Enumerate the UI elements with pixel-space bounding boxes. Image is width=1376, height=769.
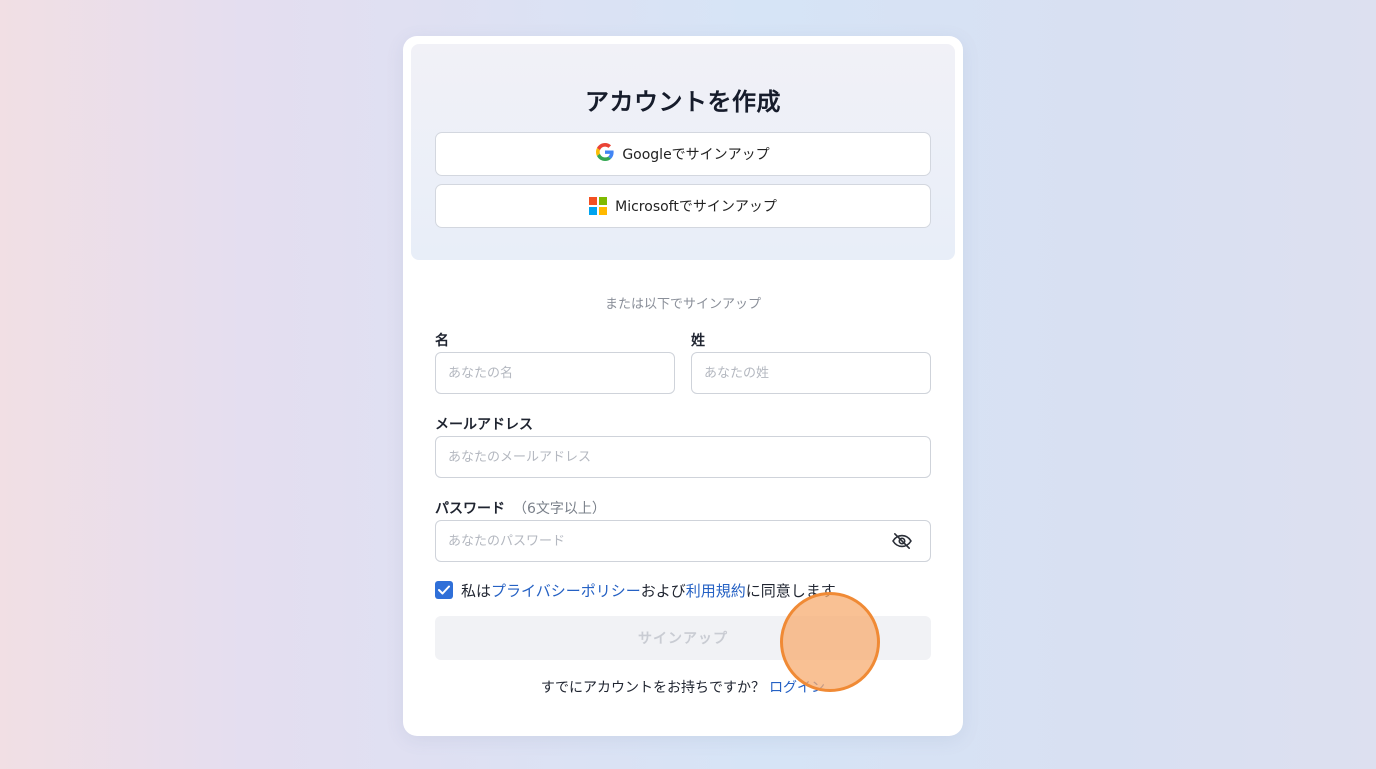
google-logo-icon: [596, 143, 614, 165]
signup-card: アカウントを作成 Googleでサインアップ Microsoftでサインアップ: [403, 36, 963, 736]
google-signup-label: Googleでサインアップ: [622, 147, 770, 163]
first-name-label: 名: [435, 333, 449, 349]
terms-link[interactable]: 利用規約: [686, 582, 746, 600]
eye-off-icon[interactable]: [891, 532, 913, 550]
page-title: アカウントを作成: [585, 88, 781, 116]
first-name-input[interactable]: [435, 352, 675, 394]
microsoft-signup-label: Microsoftでサインアップ: [615, 199, 777, 215]
google-signup-button[interactable]: Googleでサインアップ: [435, 132, 931, 176]
login-prompt: すでにアカウントをお持ちですか？: [540, 680, 766, 696]
password-hint: （6文字以上）: [513, 501, 606, 517]
agree-prefix: 私は: [461, 582, 492, 600]
signup-button[interactable]: サインアップ: [435, 616, 931, 660]
login-prompt-row: すでにアカウントをお持ちですか？ ログイン: [403, 677, 963, 697]
email-label: メールアドレス: [435, 417, 533, 433]
login-link[interactable]: ログイン: [769, 680, 825, 696]
agree-checkbox[interactable]: [435, 581, 453, 599]
agree-suffix: に同意します: [745, 582, 836, 600]
password-label-row: パスワード （6文字以上）: [435, 498, 606, 518]
divider-text: または以下でサインアップ: [604, 297, 761, 312]
microsoft-signup-button[interactable]: Microsoftでサインアップ: [435, 184, 931, 228]
agree-text: 私はプライバシーポリシーおよび利用規約に同意します: [461, 580, 836, 601]
password-label: パスワード: [435, 501, 505, 517]
agree-mid: および: [640, 582, 686, 600]
sso-panel: アカウントを作成 Googleでサインアップ Microsoftでサインアップ: [411, 44, 955, 260]
email-input[interactable]: [435, 436, 931, 478]
privacy-policy-link[interactable]: プライバシーポリシー: [491, 582, 641, 600]
check-icon: [438, 585, 450, 595]
last-name-input[interactable]: [691, 352, 931, 394]
microsoft-logo-icon: [589, 197, 608, 215]
password-input[interactable]: [435, 520, 931, 562]
last-name-label: 姓: [691, 333, 705, 349]
